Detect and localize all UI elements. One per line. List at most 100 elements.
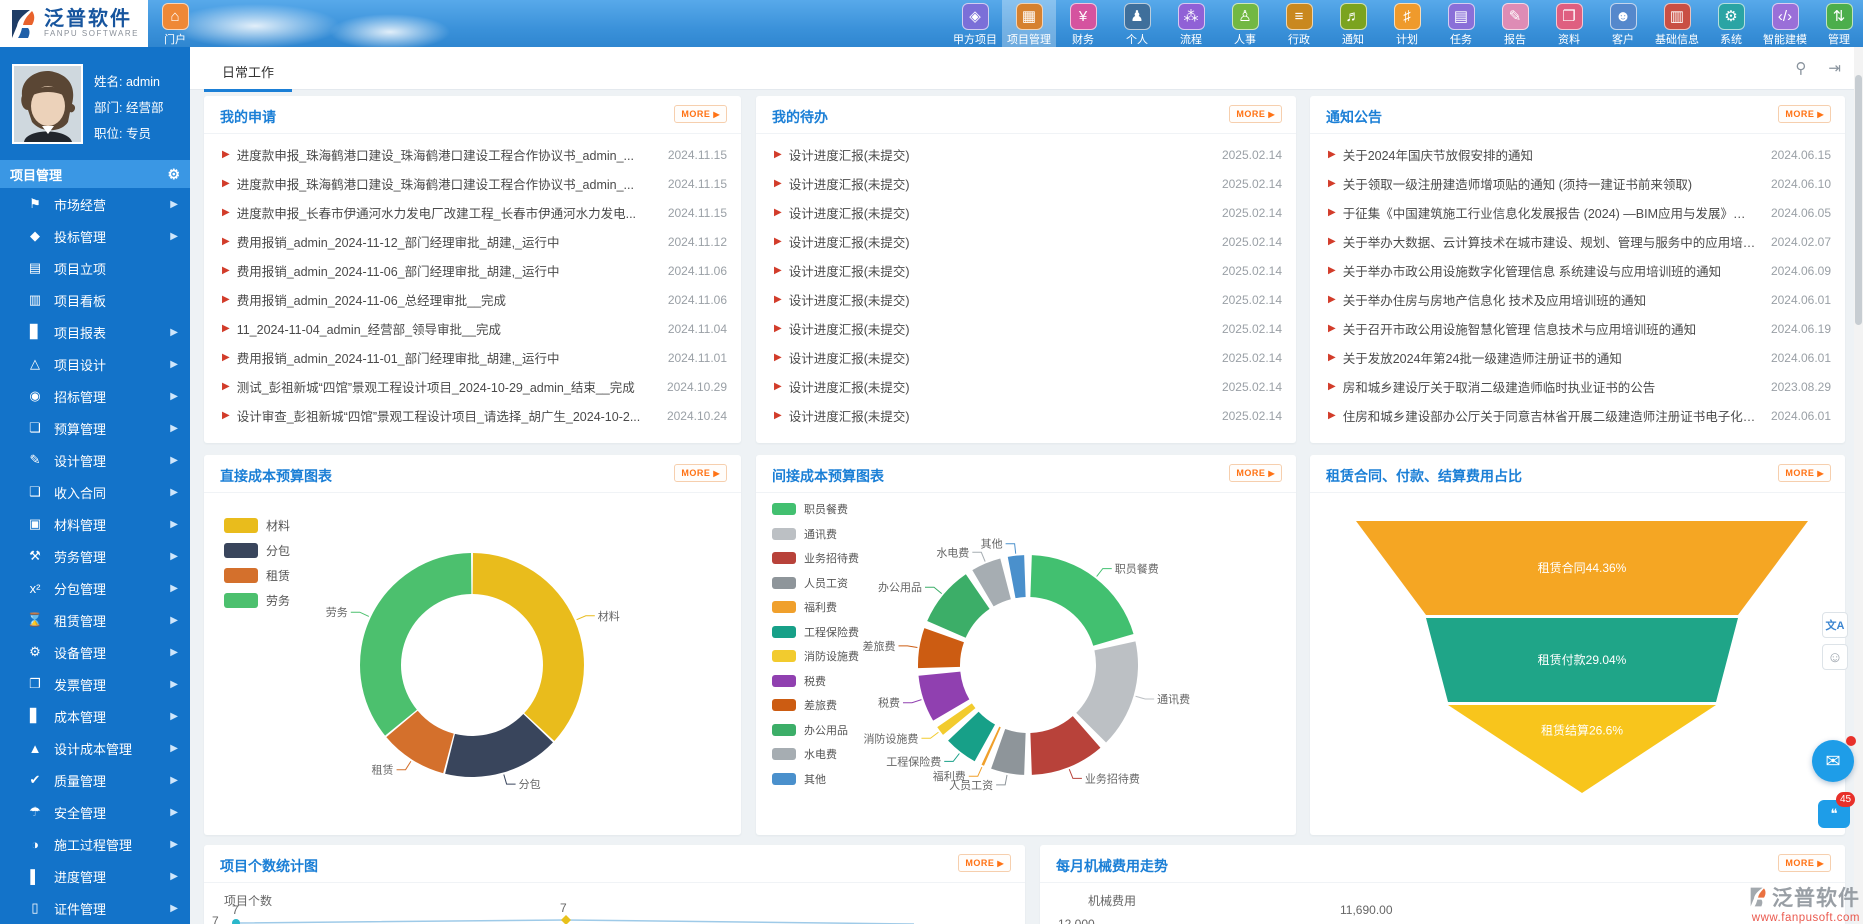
nav-item-9[interactable]: ♯计划 [1380,0,1434,47]
sidebar-item-5[interactable]: △项目设计▶ [0,348,190,380]
nav-item-5[interactable]: ⁂流程 [1164,0,1218,47]
sidebar-item-0[interactable]: ⚑市场经营▶ [0,188,190,220]
nav-item-7[interactable]: ≡行政 [1272,0,1326,47]
list-item[interactable]: ▶设计进度汇报(未提交)2025.02.14 [756,401,1296,430]
list-item[interactable]: ▶设计进度汇报(未提交)2025.02.14 [756,140,1296,169]
more-button[interactable]: MORE ▶ [674,464,727,482]
sidebar-item-10[interactable]: ▣材料管理▶ [0,508,190,540]
more-button[interactable]: MORE ▶ [1229,105,1282,123]
nav-item-1[interactable]: ◈甲方项目 [948,0,1002,47]
list-item[interactable]: ▶关于举办市政公用设施数字化管理信息 系统建设与应用培训班的通知2024.06.… [1310,256,1845,285]
logout-icon[interactable]: ⇥ [1828,59,1841,77]
list-item[interactable]: ▶关于领取一级注册建造师增项贴的通知 (须持一建证书前来领取)2024.06.1… [1310,169,1845,198]
nav-item-15[interactable]: ⚙系统 [1704,0,1758,47]
key-icon[interactable]: ⚲ [1795,59,1806,77]
nav-item-17[interactable]: ⇅管理 [1812,0,1863,47]
sidebar-item-3[interactable]: ▥项目看板 [0,284,190,316]
more-button[interactable]: MORE ▶ [1229,464,1282,482]
list-item[interactable]: ▶设计进度汇报(未提交)2025.02.14 [756,285,1296,314]
lease-funnel-chart[interactable]: 租赁合同44.36%租赁付款29.04%租赁结算26.6% [1310,493,1845,835]
list-item[interactable]: ▶关于举办住房与房地产信息化 技术及应用培训班的通知2024.06.01 [1310,285,1845,314]
indirect-cost-donut-chart[interactable]: 职员餐费通讯费业务招待费人员工资福利费工程保险费消防设施费税费差旅费办公用品水电… [756,493,1296,835]
list-item[interactable]: ▶费用报销_admin_2024-11-12_部门经理审批_胡建,_运行中202… [204,227,741,256]
list-item[interactable]: ▶关于2024年国庆节放假安排的通知2024.06.15 [1310,140,1845,169]
avatar[interactable] [12,64,83,144]
list-item[interactable]: ▶11_2024-11-04_admin_经营部_领导审批__完成2024.11… [204,314,741,343]
list-item[interactable]: ▶关于发放2024年第24批一级建造师注册证书的通知2024.06.01 [1310,343,1845,372]
donut-slice-差旅费[interactable] [918,628,964,668]
donut-slice-其他[interactable] [1008,555,1026,598]
nav-item-8[interactable]: ♬通知 [1326,0,1380,47]
list-item[interactable]: ▶设计审查_彭祖新城“四馆”景观工程设计项目_请选择_胡广生_2024-10-2… [204,401,741,430]
nav-item-0[interactable]: ⌂门户 [148,0,202,47]
sidebar-item-2[interactable]: ▤项目立项 [0,252,190,284]
tab-daily-work[interactable]: 日常工作 [204,56,292,92]
nav-item-6[interactable]: ♙人事 [1218,0,1272,47]
list-item[interactable]: ▶设计进度汇报(未提交)2025.02.14 [756,169,1296,198]
donut-slice-办公用品[interactable] [927,574,989,638]
sidebar-item-12[interactable]: x²分包管理▶ [0,572,190,604]
nav-item-13[interactable]: ☻客户 [1596,0,1650,47]
vertical-scrollbar[interactable] [1854,47,1863,924]
list-item[interactable]: ▶设计进度汇报(未提交)2025.02.14 [756,343,1296,372]
sidebar-item-14[interactable]: ⚙设备管理▶ [0,636,190,668]
nav-item-14[interactable]: ▥基础信息 [1650,0,1704,47]
list-item[interactable]: ▶关于召开市政公用设施智慧化管理 信息技术与应用培训班的通知2024.06.19 [1310,314,1845,343]
list-item[interactable]: ▶设计进度汇报(未提交)2025.02.14 [756,372,1296,401]
sidebar-item-9[interactable]: ❑收入合同▶ [0,476,190,508]
nav-item-16[interactable]: ‹/›智能建模 [1758,0,1812,47]
more-button[interactable]: MORE ▶ [1778,464,1831,482]
sidebar-item-6[interactable]: ◉招标管理▶ [0,380,190,412]
more-button[interactable]: MORE ▶ [1778,854,1831,872]
sidebar-item-19[interactable]: ☂安全管理▶ [0,796,190,828]
list-item[interactable]: ▶设计进度汇报(未提交)2025.02.14 [756,198,1296,227]
donut-slice-通讯费[interactable] [1076,641,1138,742]
smiley-icon[interactable]: ☺ [1822,644,1848,670]
gear-icon[interactable]: ⚙ [167,166,180,183]
list-item[interactable]: ▶设计进度汇报(未提交)2025.02.14 [756,227,1296,256]
sidebar-item-16[interactable]: ▋成本管理▶ [0,700,190,732]
sidebar-item-7[interactable]: ❏预算管理▶ [0,412,190,444]
list-item[interactable]: ▶费用报销_admin_2024-11-06_总经理审批__完成2024.11.… [204,285,741,314]
more-button[interactable]: MORE ▶ [674,105,727,123]
nav-item-11[interactable]: ✎报告 [1488,0,1542,47]
scrollbar-thumb[interactable] [1855,75,1862,325]
list-item[interactable]: ▶设计进度汇报(未提交)2025.02.14 [756,314,1296,343]
list-item[interactable]: ▶关于举办大数据、云计算技术在城市建设、规划、管理与服务中的应用培训班...20… [1310,227,1845,256]
more-button[interactable]: MORE ▶ [1778,105,1831,123]
list-item[interactable]: ▶进度款申报_珠海鹤港口建设_珠海鹤港口建设工程合作协议书_admin_...2… [204,169,741,198]
direct-cost-donut-chart[interactable]: 材料分包租赁劳务 [204,493,741,835]
nav-item-4[interactable]: ♟个人 [1110,0,1164,47]
list-item[interactable]: ▶进度款申报_长春市伊通河水力发电厂改建工程_长春市伊通河水力发电...2024… [204,198,741,227]
donut-slice-材料[interactable] [473,553,584,741]
list-item[interactable]: ▶费用报销_admin_2024-11-06_部门经理审批_胡建,_运行中202… [204,256,741,285]
sidebar-item-21[interactable]: ▌进度管理▶ [0,860,190,892]
list-item[interactable]: ▶设计进度汇报(未提交)2025.02.14 [756,256,1296,285]
nav-item-10[interactable]: ▤任务 [1434,0,1488,47]
project-count-line-chart[interactable] [214,915,1014,924]
sidebar-item-4[interactable]: ▊项目报表▶ [0,316,190,348]
list-item[interactable]: ▶进度款申报_珠海鹤港口建设_珠海鹤港口建设工程合作协议书_admin_...2… [204,140,741,169]
translate-icon[interactable]: 文A [1822,612,1848,638]
donut-slice-劳务[interactable] [360,553,471,736]
list-item[interactable]: ▶房和城乡建设厅关于取消二级建造师临时执业证书的公告2023.08.29 [1310,372,1845,401]
sidebar-item-17[interactable]: ▲设计成本管理▶ [0,732,190,764]
list-item[interactable]: ▶于征集《中国建筑施工行业信息化发展报告 (2024) —BIM应用与发展》材料… [1310,198,1845,227]
list-item[interactable]: ▶住房和城乡建设部办公厅关于同意吉林省开展二级建造师注册证书电子化试点...20… [1310,401,1845,430]
sidebar-item-1[interactable]: ◆投标管理▶ [0,220,190,252]
nav-item-2[interactable]: ▦项目管理 [1002,0,1056,47]
funnel-segment-租赁结算[interactable] [1448,705,1716,793]
sidebar-item-11[interactable]: ⚒劳务管理▶ [0,540,190,572]
nav-item-3[interactable]: ¥财务 [1056,0,1110,47]
sidebar-item-13[interactable]: ⌛租赁管理▶ [0,604,190,636]
sidebar-item-22[interactable]: ▯证件管理▶ [0,892,190,924]
more-button[interactable]: MORE ▶ [958,854,1011,872]
sidebar-item-8[interactable]: ✎设计管理▶ [0,444,190,476]
sidebar-item-20[interactable]: ◑施工过程管理▶ [0,828,190,860]
nav-item-12[interactable]: ❐资料 [1542,0,1596,47]
list-item[interactable]: ▶测试_彭祖新城“四馆”景观工程设计项目_2024-10-29_admin_结束… [204,372,741,401]
messenger-icon[interactable]: ✉ [1812,740,1854,782]
sidebar-item-18[interactable]: ✔质量管理▶ [0,764,190,796]
sidebar-item-15[interactable]: ❐发票管理▶ [0,668,190,700]
list-item[interactable]: ▶费用报销_admin_2024-11-01_部门经理审批_胡建,_运行中202… [204,343,741,372]
